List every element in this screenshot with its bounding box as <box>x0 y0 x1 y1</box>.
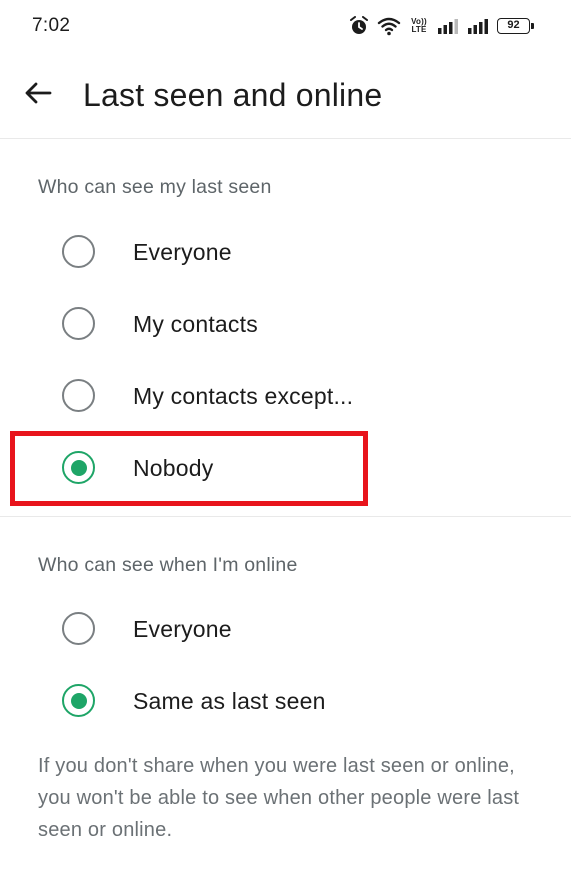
radio-unchecked-icon[interactable] <box>62 307 95 340</box>
signal-icon <box>467 17 489 35</box>
privacy-footnote: If you don't share when you were last se… <box>38 755 520 841</box>
status-bar: 7:02 Vo)) LTE 92 <box>0 0 571 52</box>
radio-unchecked-icon[interactable] <box>62 612 95 645</box>
option-label: Same as last seen <box>133 688 326 714</box>
volte-line2: LTE <box>411 25 427 34</box>
status-icons: Vo)) LTE 92 <box>349 16 534 36</box>
divider <box>0 138 571 139</box>
option-last-seen-my-contacts[interactable]: My contacts <box>0 288 571 358</box>
volte-icon: Vo)) LTE <box>409 18 429 34</box>
wifi-icon <box>377 16 401 36</box>
page-title: Last seen and online <box>83 77 383 113</box>
option-label: My contacts except... <box>133 383 354 409</box>
section-header-online: Who can see when I'm online <box>38 554 298 576</box>
alarm-icon <box>349 16 369 36</box>
signal-icon <box>437 17 459 35</box>
radio-checked-icon[interactable] <box>62 684 95 717</box>
option-label: Everyone <box>133 616 232 642</box>
option-last-seen-nobody[interactable]: Nobody <box>0 432 571 502</box>
section-header-last-seen: Who can see my last seen <box>38 176 272 198</box>
divider <box>0 516 571 517</box>
option-label: Nobody <box>133 455 214 481</box>
option-label: Everyone <box>133 239 232 265</box>
screen: 7:02 Vo)) LTE 92 Last seen and online Wh… <box>0 0 571 884</box>
app-bar: Last seen and online <box>0 56 571 138</box>
status-time: 7:02 <box>32 15 71 36</box>
radio-unchecked-icon[interactable] <box>62 235 95 268</box>
radio-unchecked-icon[interactable] <box>62 379 95 412</box>
battery-icon: 92 <box>497 18 534 34</box>
option-last-seen-everyone[interactable]: Everyone <box>0 216 571 286</box>
option-online-everyone[interactable]: Everyone <box>0 593 571 663</box>
option-online-same-as-last-seen[interactable]: Same as last seen <box>0 665 571 735</box>
arrow-left-icon <box>24 81 52 110</box>
option-label: My contacts <box>133 311 258 337</box>
back-button[interactable] <box>18 75 58 115</box>
option-last-seen-my-contacts-except[interactable]: My contacts except... <box>0 360 571 430</box>
radio-checked-icon[interactable] <box>62 451 95 484</box>
